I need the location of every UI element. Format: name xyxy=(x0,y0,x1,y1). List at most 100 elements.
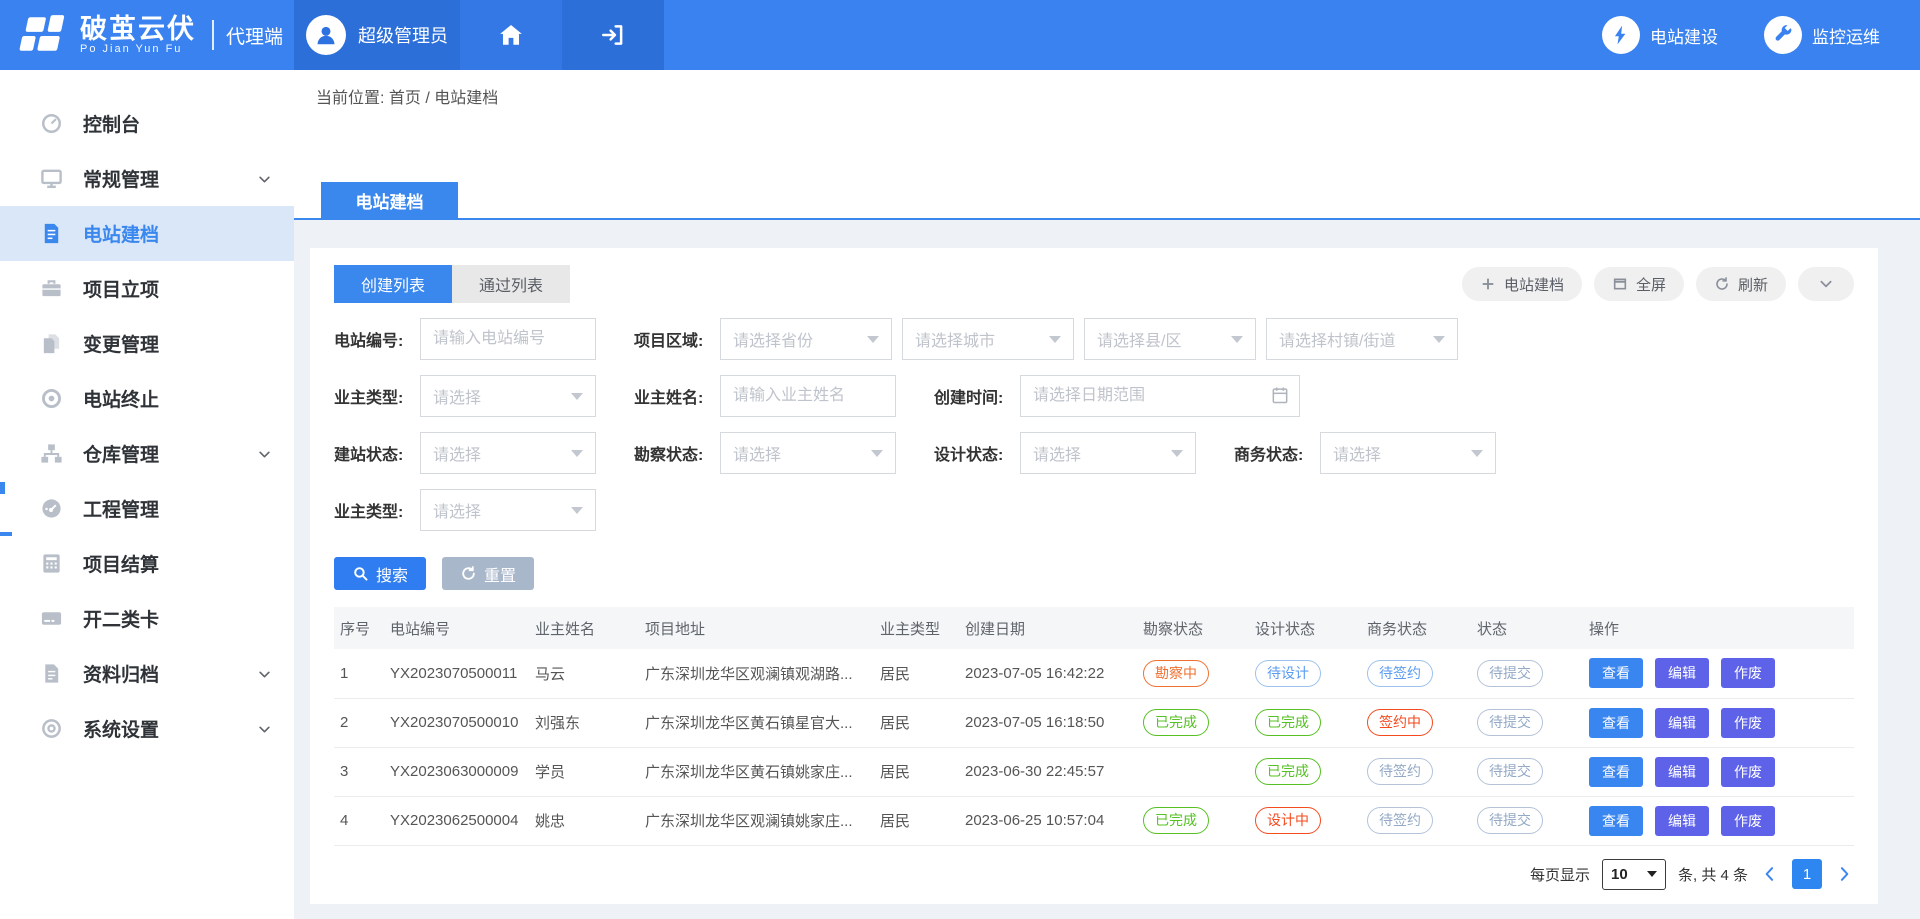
brand-text: 破茧云伏 Po Jian Yun Fu xyxy=(80,15,196,55)
chevron-down-icon xyxy=(1049,336,1061,343)
sidebar-item-system-settings[interactable]: 系统设置 xyxy=(0,701,294,756)
brand-divider xyxy=(212,20,214,50)
logout-button[interactable] xyxy=(562,0,664,70)
design-status-select[interactable]: 请选择 xyxy=(1020,432,1196,474)
filter-station-code-input-wrap xyxy=(420,318,596,360)
sidebar: 控制台常规管理电站建档项目立项变更管理电站终止仓库管理工程管理项目结算开二类卡资… xyxy=(0,70,294,919)
refresh-button[interactable]: 刷新 xyxy=(1696,267,1786,301)
station-code-input[interactable] xyxy=(420,318,596,360)
home-button[interactable] xyxy=(460,0,562,70)
owner-type-2-select[interactable]: 请选择 xyxy=(420,489,596,531)
user-menu[interactable]: 超级管理员 xyxy=(294,0,460,70)
sidebar-item-station-stop[interactable]: 电站终止 xyxy=(0,371,294,426)
column-header: 勘察状态 xyxy=(1137,607,1249,649)
design-status-select-placeholder: 请选择 xyxy=(1033,441,1081,465)
next-page-button[interactable] xyxy=(1834,864,1854,884)
void-button[interactable]: 作废 xyxy=(1721,757,1775,787)
user-name: 超级管理员 xyxy=(358,22,448,48)
page-tab-station-archive[interactable]: 电站建档 xyxy=(321,182,458,218)
cell-survey-status: 勘察中 xyxy=(1137,649,1249,698)
document-icon xyxy=(40,222,63,245)
status-badge: 已完成 xyxy=(1255,758,1321,785)
filter-create-time-label: 创建时间: xyxy=(934,384,1020,408)
fullscreen-button[interactable]: 全屏 xyxy=(1594,267,1684,301)
cell-seq: 1 xyxy=(334,649,384,698)
reset-button[interactable]: 重置 xyxy=(442,557,534,590)
status-badge: 设计中 xyxy=(1255,807,1321,834)
sidebar-item-project-init[interactable]: 项目立项 xyxy=(0,261,294,316)
content-area: 创建列表通过列表 电站建档全屏刷新 电站编号:项目区域:请选择省份请选择城市请选… xyxy=(294,220,1920,919)
owner-name-input[interactable] xyxy=(720,375,896,417)
edit-button[interactable]: 编辑 xyxy=(1655,806,1709,836)
project-region-select-3[interactable]: 请选择县/区 xyxy=(1084,318,1256,360)
view-button[interactable]: 查看 xyxy=(1589,708,1643,738)
search-button[interactable]: 搜索 xyxy=(334,557,426,590)
per-page-select[interactable]: 10 xyxy=(1602,859,1666,890)
owner-type-2-select-placeholder: 请选择 xyxy=(433,498,481,522)
avatar xyxy=(306,15,346,55)
status-badge: 待签约 xyxy=(1367,660,1433,687)
chevron-down-icon xyxy=(867,336,879,343)
refresh-icon xyxy=(1714,276,1730,292)
void-button[interactable]: 作废 xyxy=(1721,708,1775,738)
sidebar-item-general[interactable]: 常规管理 xyxy=(0,151,294,206)
business-status-select[interactable]: 请选择 xyxy=(1320,432,1496,474)
sidebar-item-data-archive[interactable]: 资料归档 xyxy=(0,646,294,701)
home-icon xyxy=(498,22,524,48)
sidebar-item-console[interactable]: 控制台 xyxy=(0,96,294,151)
per-page-value: 10 xyxy=(1611,866,1628,883)
business-status-select-placeholder: 请选择 xyxy=(1333,441,1381,465)
cell-code: YX2023070500011 xyxy=(384,649,529,698)
edit-button[interactable]: 编辑 xyxy=(1655,658,1709,688)
cell-design-status: 待设计 xyxy=(1249,649,1361,698)
sidebar-item-label: 工程管理 xyxy=(83,495,159,522)
sidebar-item-label: 项目立项 xyxy=(83,275,159,302)
topnav-station-build[interactable]: 电站建设 xyxy=(1602,16,1718,54)
edit-button[interactable]: 编辑 xyxy=(1655,708,1709,738)
chevron-down-icon xyxy=(1433,336,1445,343)
monitor-icon xyxy=(40,167,63,190)
sidebar-item-station-archive[interactable]: 电站建档 xyxy=(0,206,294,261)
status-badge: 待提交 xyxy=(1477,758,1543,785)
add-station-button[interactable]: 电站建档 xyxy=(1462,267,1582,301)
chevron-down-icon xyxy=(257,446,272,461)
edit-button[interactable]: 编辑 xyxy=(1655,757,1709,787)
sitemap-icon xyxy=(40,442,63,465)
sidebar-item-warehouse[interactable]: 仓库管理 xyxy=(0,426,294,481)
chevron-down-icon xyxy=(1818,276,1834,292)
void-button[interactable]: 作废 xyxy=(1721,658,1775,688)
cell-created: 2023-07-05 16:42:22 xyxy=(959,649,1137,698)
wrench-icon xyxy=(1764,16,1802,54)
project-region-select-4[interactable]: 请选择村镇/街道 xyxy=(1266,318,1458,360)
create-time-input[interactable] xyxy=(1020,375,1300,417)
view-button[interactable]: 查看 xyxy=(1589,757,1643,787)
reset-button-label: 重置 xyxy=(484,562,516,586)
sidebar-item-settlement[interactable]: 项目结算 xyxy=(0,536,294,591)
owner-type-select[interactable]: 请选择 xyxy=(420,375,596,417)
sidebar-item-engineering[interactable]: 工程管理 xyxy=(0,481,294,536)
sidebar-item-change-mgmt[interactable]: 变更管理 xyxy=(0,316,294,371)
project-region-select-1[interactable]: 请选择省份 xyxy=(720,318,892,360)
filter-row: 业主类型:请选择业主姓名:创建时间: xyxy=(334,375,1854,417)
sidebar-item-class2-card[interactable]: 开二类卡 xyxy=(0,591,294,646)
cell-code: YX2023062500004 xyxy=(384,796,529,845)
column-header: 状态 xyxy=(1471,607,1583,649)
cell-design-status: 已完成 xyxy=(1249,747,1361,796)
topnav-monitor-ops[interactable]: 监控运维 xyxy=(1764,16,1880,54)
total-count-label: 条, 共 4 条 xyxy=(1678,864,1748,885)
void-button[interactable]: 作废 xyxy=(1721,806,1775,836)
view-button[interactable]: 查看 xyxy=(1589,658,1643,688)
build-status-select[interactable]: 请选择 xyxy=(420,432,596,474)
view-button[interactable]: 查看 xyxy=(1589,806,1643,836)
project-region-select-2[interactable]: 请选择城市 xyxy=(902,318,1074,360)
collapse-button[interactable] xyxy=(1798,267,1854,301)
cell-status-status: 待提交 xyxy=(1471,796,1583,845)
tab-passed-list[interactable]: 通过列表 xyxy=(452,265,570,303)
refresh-button-label: 刷新 xyxy=(1738,274,1768,295)
prev-page-button[interactable] xyxy=(1760,864,1780,884)
logout-icon xyxy=(600,22,626,48)
breadcrumb-panel: 当前位置: 首页 / 电站建档 电站建档 xyxy=(294,70,1920,220)
page-number-current[interactable]: 1 xyxy=(1792,859,1822,889)
tab-create-list[interactable]: 创建列表 xyxy=(334,265,452,303)
survey-status-select[interactable]: 请选择 xyxy=(720,432,896,474)
